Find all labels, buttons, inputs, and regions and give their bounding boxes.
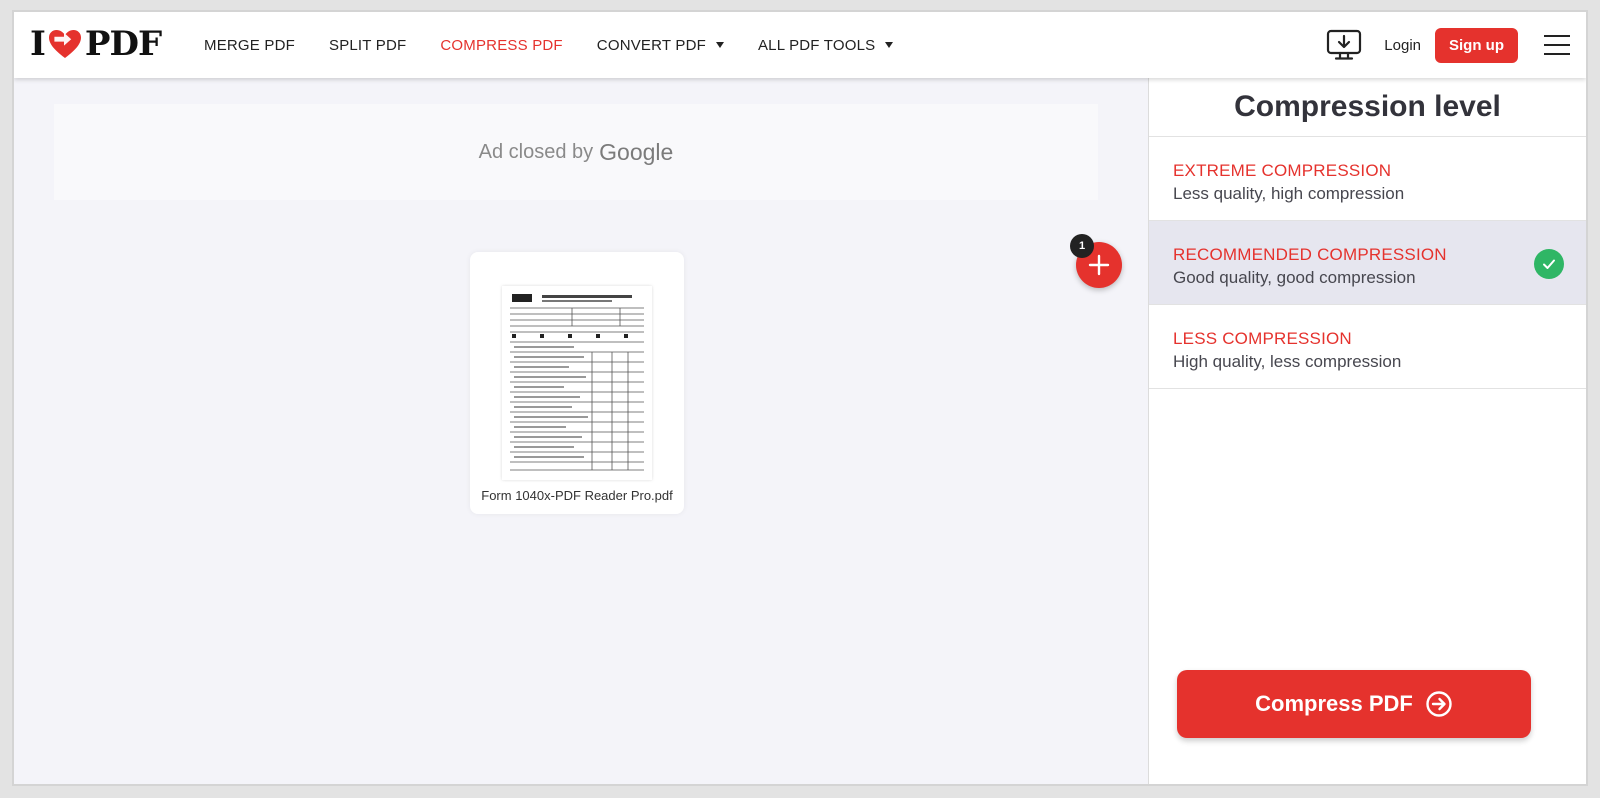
ad-banner: Ad closed by Google xyxy=(54,104,1098,200)
file-count-badge: 1 xyxy=(1070,234,1094,258)
option-description: Less quality, high compression xyxy=(1173,184,1405,203)
caret-down-icon xyxy=(885,42,894,48)
compress-pdf-button[interactable]: Compress PDF xyxy=(1177,670,1531,738)
option-description: Good quality, good compression xyxy=(1173,268,1416,287)
option-less-compression[interactable]: LESS COMPRESSION High quality, less comp… xyxy=(1149,305,1586,389)
login-link[interactable]: Login xyxy=(1384,37,1421,54)
option-title: LESS COMPRESSION xyxy=(1173,329,1352,348)
option-title: EXTREME COMPRESSION xyxy=(1173,161,1392,180)
desktop-download-icon[interactable] xyxy=(1326,29,1362,61)
option-description: High quality, less compression xyxy=(1173,352,1402,371)
nav-all-pdf-tools[interactable]: ALL PDF TOOLS xyxy=(758,37,894,54)
file-workspace: Ad closed by Google Form 1040x-PDF Reade… xyxy=(14,78,1148,784)
top-header: I PDF MERGE PDF SPLIT PDF COMPRESS PDF C… xyxy=(14,12,1586,78)
compress-button-label: Compress PDF xyxy=(1255,691,1413,716)
option-extreme-compression[interactable]: EXTREME COMPRESSION Less quality, high c… xyxy=(1149,137,1586,221)
file-card[interactable]: Form 1040x-PDF Reader Pro.pdf xyxy=(470,252,684,514)
browser-frame: I PDF MERGE PDF SPLIT PDF COMPRESS PDF C… xyxy=(12,10,1588,786)
main-nav: MERGE PDF SPLIT PDF COMPRESS PDF CONVERT… xyxy=(204,12,927,78)
hamburger-menu-icon[interactable] xyxy=(1544,35,1570,55)
signup-button[interactable]: Sign up xyxy=(1435,27,1518,63)
plus-icon xyxy=(1088,254,1110,276)
ad-text: Ad closed by xyxy=(478,140,594,163)
file-name: Form 1040x-PDF Reader Pro.pdf xyxy=(481,488,673,503)
nav-convert-pdf[interactable]: CONVERT PDF xyxy=(597,37,724,54)
caret-down-icon xyxy=(715,42,724,48)
arrow-right-circle-icon xyxy=(1426,691,1452,717)
compression-sidebar: Compression level EXTREME COMPRESSION Le… xyxy=(1148,78,1586,784)
nav-merge-pdf[interactable]: MERGE PDF xyxy=(204,37,295,54)
pdf-thumbnail xyxy=(502,286,652,480)
check-circle-icon xyxy=(1534,249,1564,279)
google-wordmark: Google xyxy=(599,138,674,165)
header-right-tools: Login Sign up xyxy=(1326,12,1570,78)
option-recommended-compression[interactable]: RECOMMENDED COMPRESSION Good quality, go… xyxy=(1149,221,1586,305)
sidebar-title: Compression level xyxy=(1149,78,1586,137)
nav-split-pdf[interactable]: SPLIT PDF xyxy=(329,37,406,54)
logo-text-pdf: PDF xyxy=(84,24,162,64)
ilovepdf-logo[interactable]: I PDF xyxy=(30,24,162,64)
logo-text-i: I xyxy=(30,24,46,64)
option-title: RECOMMENDED COMPRESSION xyxy=(1173,245,1447,264)
nav-compress-pdf[interactable]: COMPRESS PDF xyxy=(440,37,562,54)
heart-icon xyxy=(48,30,81,58)
